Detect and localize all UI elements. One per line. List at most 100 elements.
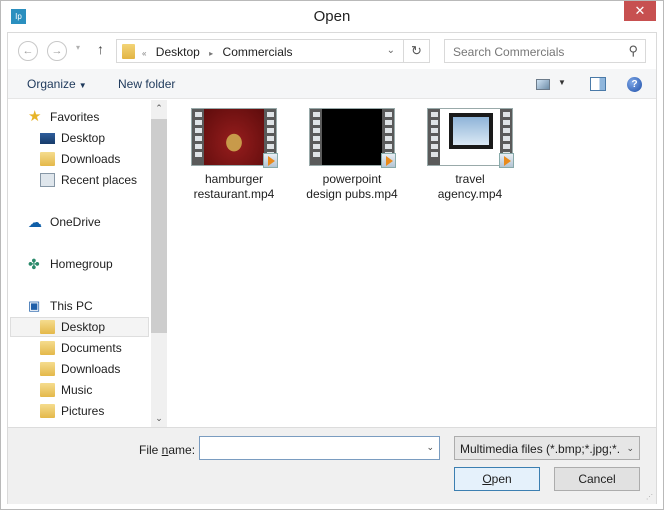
- dialog-title: Open: [313, 8, 351, 25]
- sidebar-item-label: Music: [61, 383, 93, 397]
- file-name: travel agency.mp4: [437, 172, 503, 201]
- search-icon[interactable]: ⚲: [628, 43, 638, 59]
- sidebar-item-downloads-pc[interactable]: Downloads: [10, 359, 149, 379]
- search-input[interactable]: Search Commercials ⚲: [444, 39, 646, 63]
- film-strip: [310, 109, 322, 165]
- preview-pane-icon[interactable]: [590, 77, 606, 91]
- address-bar[interactable]: « Desktop ▸ Commercials ⌄ ↻: [116, 39, 430, 63]
- organize-label: Organize: [27, 77, 76, 91]
- video-thumbnail: [191, 108, 278, 168]
- thumbnail-image: [322, 109, 382, 165]
- organize-button[interactable]: Organize ▼: [27, 77, 87, 91]
- sidebar-item-this-pc[interactable]: ▣ This PC: [10, 296, 149, 316]
- sidebar-item-recent-places[interactable]: Recent places: [10, 170, 149, 190]
- address-dropdown-button[interactable]: ⌄: [387, 45, 395, 56]
- back-button[interactable]: ←: [18, 41, 38, 61]
- this-pc-icon: ▣: [28, 298, 41, 313]
- downloads-folder-icon: [40, 152, 55, 166]
- downloads-folder-icon: [40, 362, 55, 376]
- thumbnail-image: [440, 109, 500, 165]
- sidebar-item-desktop[interactable]: Desktop: [10, 128, 149, 148]
- homegroup-icon: ✤: [28, 256, 40, 272]
- file-item-travel-agency[interactable]: travel agency.mp4: [415, 108, 525, 202]
- sidebar-item-label: Documents: [61, 341, 122, 355]
- navigation-bar: ← → ▾ ↑ « Desktop ▸ Commercials ⌄ ↻ Sear…: [8, 33, 656, 69]
- sidebar-item-label: Desktop: [61, 320, 106, 334]
- new-folder-button[interactable]: New folder: [118, 77, 175, 91]
- file-name: hamburger restaurant.mp4: [193, 172, 275, 201]
- star-icon: ★: [28, 108, 42, 125]
- sidebar-item-downloads[interactable]: Downloads: [10, 149, 149, 169]
- sidebar-item-homegroup[interactable]: ✤ Homegroup: [10, 254, 149, 274]
- view-dropdown-button[interactable]: ▼: [558, 78, 566, 87]
- pictures-folder-icon: [40, 404, 55, 418]
- sidebar-item-label: Recent places: [61, 173, 138, 187]
- film-strip: [428, 109, 440, 165]
- breadcrumb-overflow[interactable]: «: [142, 49, 146, 58]
- file-list: hamburger restaurant.mp4 powerpoint design…: [167, 100, 656, 427]
- dialog-body: ← → ▾ ↑ « Desktop ▸ Commercials ⌄ ↻ Sear…: [7, 32, 657, 504]
- sidebar-item-label: Pictures: [61, 404, 105, 418]
- search-placeholder: Search Commercials: [453, 45, 565, 59]
- chevron-down-icon: ▼: [78, 81, 87, 90]
- sidebar-item-onedrive[interactable]: ☁ OneDrive: [10, 212, 149, 232]
- sidebar-item-desktop-selected[interactable]: Desktop: [10, 317, 149, 337]
- film-strip: [192, 109, 204, 165]
- file-name-label: File name:: [139, 443, 196, 457]
- file-item-powerpoint-design-pubs[interactable]: powerpoint design pubs.mp4: [297, 108, 407, 202]
- refresh-button[interactable]: ↻: [403, 40, 429, 62]
- title-bar: Ip Open ✕: [1, 1, 663, 32]
- up-button[interactable]: ↑: [97, 41, 104, 57]
- thumbnail-image: [204, 109, 264, 165]
- documents-folder-icon: [40, 341, 55, 355]
- close-button[interactable]: ✕: [624, 1, 656, 21]
- resize-grip[interactable]: ⋰: [646, 493, 653, 501]
- sidebar-item-label: Homegroup: [50, 257, 113, 271]
- file-name-input[interactable]: ⌄: [199, 436, 440, 460]
- onedrive-icon: ☁: [28, 214, 42, 230]
- chevron-down-icon: ⌄: [626, 443, 634, 453]
- breadcrumb-commercials[interactable]: Commercials: [223, 45, 293, 59]
- open-button[interactable]: Open: [454, 467, 540, 491]
- recent-places-icon: [40, 173, 55, 187]
- scrollbar-thumb[interactable]: [151, 119, 167, 333]
- sidebar-item-label: Downloads: [61, 362, 121, 376]
- folder-icon: [122, 44, 135, 59]
- cancel-button[interactable]: Cancel: [554, 467, 640, 491]
- video-thumbnail: [309, 108, 396, 168]
- chevron-down-icon[interactable]: ⌄: [426, 442, 434, 453]
- recent-locations-button[interactable]: ▾: [76, 43, 80, 52]
- desktop-folder-icon: [40, 320, 55, 334]
- change-view-icon[interactable]: [536, 79, 550, 90]
- sidebar-item-favorites[interactable]: ★ Favorites: [10, 107, 149, 127]
- forward-button[interactable]: →: [47, 41, 67, 61]
- file-name: powerpoint design pubs.mp4: [306, 172, 398, 201]
- play-icon: [381, 153, 396, 168]
- music-folder-icon: [40, 383, 55, 397]
- sidebar-item-label: Favorites: [50, 110, 100, 124]
- command-bar: Organize ▼ New folder ▼ ?: [8, 69, 656, 99]
- desktop-icon: [40, 133, 55, 144]
- sidebar-item-label: Downloads: [61, 152, 121, 166]
- navigation-pane: ★ Favorites Desktop Downloads Recent pla…: [8, 100, 151, 427]
- file-type-select[interactable]: Multimedia files (*.bmp;*.jpg;*. ⌄: [454, 436, 640, 460]
- play-icon: [263, 153, 278, 168]
- breadcrumb-desktop[interactable]: Desktop: [156, 45, 200, 59]
- open-dialog: Ip Open ✕ ← → ▾ ↑ « Desktop ▸ Commercial…: [0, 0, 664, 510]
- help-icon[interactable]: ?: [627, 77, 642, 92]
- sidebar-item-label: OneDrive: [50, 215, 101, 229]
- file-type-value: Multimedia files (*.bmp;*.jpg;*.: [460, 442, 621, 456]
- sidebar-item-documents[interactable]: Documents: [10, 338, 149, 358]
- scroll-down-icon[interactable]: ⌄: [151, 413, 167, 424]
- breadcrumb: « Desktop ▸ Commercials: [142, 45, 299, 59]
- play-icon: [499, 153, 514, 168]
- chevron-right-icon[interactable]: ▸: [209, 49, 213, 58]
- footer-panel: File name: ⌄ Multimedia files (*.bmp;*.j…: [8, 427, 656, 504]
- sidebar-item-label: Desktop: [61, 131, 106, 145]
- sidebar-item-pictures[interactable]: Pictures: [10, 401, 149, 421]
- scroll-up-icon[interactable]: ⌃: [151, 103, 167, 114]
- sidebar-scrollbar[interactable]: ⌃ ⌄: [151, 100, 167, 427]
- video-thumbnail: [427, 108, 514, 168]
- sidebar-item-music[interactable]: Music: [10, 380, 149, 400]
- file-item-hamburger-restaurant[interactable]: hamburger restaurant.mp4: [179, 108, 289, 202]
